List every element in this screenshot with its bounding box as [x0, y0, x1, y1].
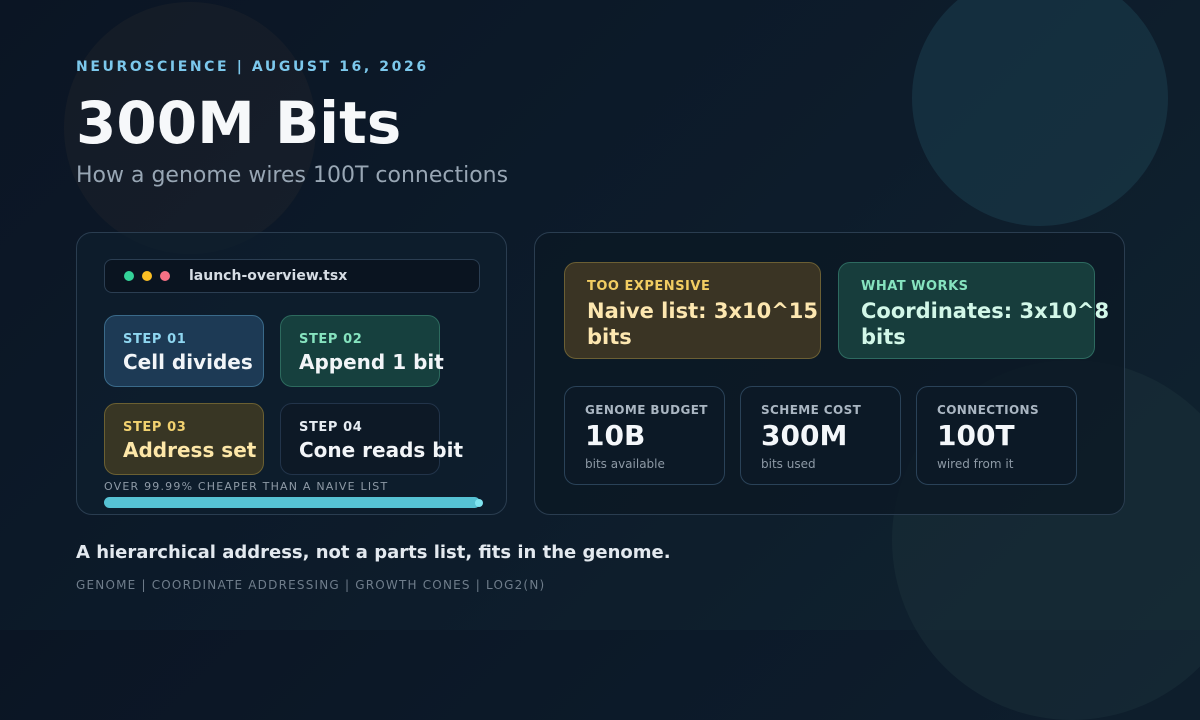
progress-knob: [474, 498, 483, 507]
step-value: Cone reads bit: [299, 438, 464, 462]
verdict-label: TOO EXPENSIVE: [587, 279, 711, 294]
keyword-list: GENOME | COORDINATE ADDRESSING | GROWTH …: [76, 578, 546, 592]
progress-label: OVER 99.99% CHEAPER THAN A NAIVE LIST: [104, 480, 389, 493]
stat-value: 300M: [761, 419, 848, 452]
step-value: Address set: [123, 438, 257, 462]
file-name: launch-overview.tsx: [189, 268, 348, 284]
yellow-dot-icon: [142, 271, 152, 281]
page-title: 300M Bits: [76, 89, 402, 157]
step-label: STEP 03: [123, 420, 187, 435]
step-label: STEP 01: [123, 332, 187, 347]
step-card-4: STEP 04 Cone reads bit: [280, 403, 463, 475]
step-card-1: STEP 01 Cell divides: [104, 315, 264, 387]
step-label: STEP 02: [299, 332, 363, 347]
progress-fill: [104, 497, 480, 508]
stat-label: SCHEME COST: [761, 403, 862, 417]
stat-note: bits available: [585, 457, 665, 471]
verdict-label: WHAT WORKS: [861, 279, 969, 294]
red-dot-icon: [160, 271, 170, 281]
verdict-value: Naive list: 3x10^15 bits: [587, 299, 819, 349]
step-value: Append 1 bit: [299, 350, 444, 374]
step-card-3: STEP 03 Address set: [104, 403, 264, 475]
decorative-circle: [912, 0, 1168, 226]
tagline: A hierarchical address, not a parts list…: [76, 542, 671, 563]
stat-card-genome-budget: GENOME BUDGET 10B bits available: [564, 386, 725, 485]
step-value: Cell divides: [123, 350, 253, 374]
what-works-card: WHAT WORKS Coordinates: 3x10^8 bits: [838, 262, 1109, 359]
stat-value: 100T: [937, 419, 1015, 452]
stat-value: 10B: [585, 419, 646, 452]
page-subtitle: How a genome wires 100T connections: [76, 163, 509, 188]
overview-card: launch-overview.tsx STEP 01 Cell divides…: [76, 232, 507, 515]
step-card-2: STEP 02 Append 1 bit: [280, 315, 444, 387]
progress-bar: [104, 497, 483, 508]
too-expensive-card: TOO EXPENSIVE Naive list: 3x10^15 bits: [564, 262, 821, 359]
step-label: STEP 04: [299, 420, 363, 435]
verdict-value: Coordinates: 3x10^8 bits: [861, 299, 1110, 349]
stat-card-connections: CONNECTIONS 100T wired from it: [916, 386, 1077, 485]
stat-label: GENOME BUDGET: [585, 403, 708, 417]
comparison-card: TOO EXPENSIVE Naive list: 3x10^15 bits W…: [534, 232, 1125, 515]
stat-note: bits used: [761, 457, 816, 471]
file-tab[interactable]: launch-overview.tsx: [104, 259, 480, 293]
stat-note: wired from it: [937, 457, 1014, 471]
stat-card-scheme-cost: SCHEME COST 300M bits used: [740, 386, 901, 485]
stat-label: CONNECTIONS: [937, 403, 1040, 417]
green-dot-icon: [124, 271, 134, 281]
eyebrow-text: NEUROSCIENCE | AUGUST 16, 2026: [76, 59, 429, 75]
